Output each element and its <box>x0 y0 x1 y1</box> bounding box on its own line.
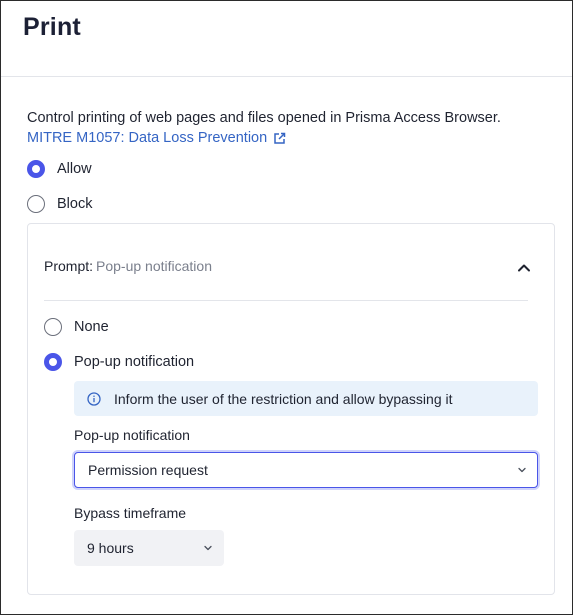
radio-popup-label: Pop-up notification <box>74 354 195 370</box>
page-title: Print <box>23 13 81 41</box>
chevron-down-icon <box>517 465 527 475</box>
radio-allow-label: Allow <box>57 161 92 177</box>
radio-allow[interactable]: Allow <box>27 160 92 178</box>
radio-none[interactable]: None <box>44 318 109 336</box>
prompt-card: Prompt: Pop-up notification None Pop-up n… <box>27 223 555 595</box>
radio-popup-notification[interactable]: Pop-up notification <box>44 353 194 371</box>
bypass-timeframe-value: 9 hours <box>87 540 134 556</box>
radio-unselected-indicator <box>27 195 45 213</box>
radio-none-label: None <box>74 319 109 335</box>
radio-selected-indicator <box>44 353 62 371</box>
radio-block-label: Block <box>57 196 93 212</box>
radio-unselected-indicator <box>44 318 62 336</box>
info-text: Inform the user of the restriction and a… <box>114 390 453 407</box>
popup-notification-value: Permission request <box>88 462 208 478</box>
info-icon <box>87 391 101 406</box>
chevron-down-icon <box>203 543 213 553</box>
mitre-reference-link[interactable]: MITRE M1057: Data Loss Prevention <box>27 130 286 146</box>
prompt-summary[interactable]: Prompt: Pop-up notification <box>44 258 212 274</box>
panel-header: Print <box>1 1 572 77</box>
print-settings-panel: Print Control printing of web pages and … <box>0 0 573 615</box>
info-banner: Inform the user of the restriction and a… <box>74 381 538 416</box>
external-link-icon <box>273 132 286 145</box>
description-text: Control printing of web pages and files … <box>27 110 501 126</box>
prompt-label: Prompt: <box>44 258 94 274</box>
prompt-value: Pop-up notification <box>96 258 212 274</box>
radio-selected-indicator <box>27 160 45 178</box>
popup-notification-select[interactable]: Permission request <box>74 452 538 488</box>
bypass-timeframe-label: Bypass timeframe <box>74 505 187 521</box>
bypass-timeframe-select[interactable]: 9 hours <box>74 530 224 566</box>
chevron-up-icon[interactable] <box>516 260 532 276</box>
section-divider <box>44 300 528 301</box>
radio-block[interactable]: Block <box>27 195 92 213</box>
popup-notification-field-label: Pop-up notification <box>74 427 190 443</box>
link-label: MITRE M1057: Data Loss Prevention <box>27 130 268 146</box>
